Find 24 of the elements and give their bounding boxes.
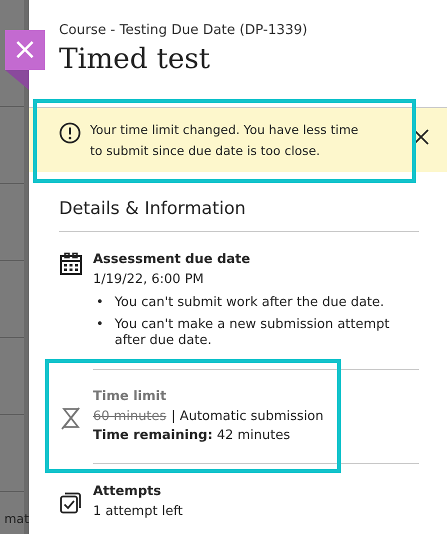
bullet-note: You can't submit work after the due date. — [114, 295, 384, 311]
warning-icon — [59, 122, 81, 144]
close-icon — [413, 129, 429, 145]
item-label: Assessment due date — [93, 251, 252, 269]
calendar-icon — [59, 252, 83, 276]
checkbox-stack-icon — [59, 490, 83, 514]
time-remaining: Time remaining: 42 minutes — [93, 427, 292, 445]
ribbon-fold — [5, 70, 29, 90]
bullet-mark: • — [96, 295, 104, 311]
page-title: Timed test — [59, 42, 212, 75]
item-value: 1/19/22, 6:00 PM — [93, 271, 205, 289]
background-text: mat — [4, 511, 29, 526]
bullet-mark: • — [96, 317, 104, 334]
previous-value: 60 minutes — [93, 409, 166, 424]
item-value: 1 attempt left — [93, 503, 184, 521]
item-label: Attempts — [93, 483, 162, 501]
close-button[interactable]: × — [5, 30, 45, 70]
close-button[interactable] — [413, 129, 429, 145]
course-name: Course - Testing Due Date (DP-1339) — [59, 22, 308, 38]
bullet-note: You can't make a new submission attempt after due date. — [114, 317, 390, 349]
notice-message: Your time limit changed. You have less time to submit since due date is too close. — [90, 122, 360, 160]
section-heading: Details & Information — [59, 199, 419, 232]
item-label: Time limit — [93, 388, 168, 406]
submission-type: | Automatic submission — [171, 409, 324, 424]
